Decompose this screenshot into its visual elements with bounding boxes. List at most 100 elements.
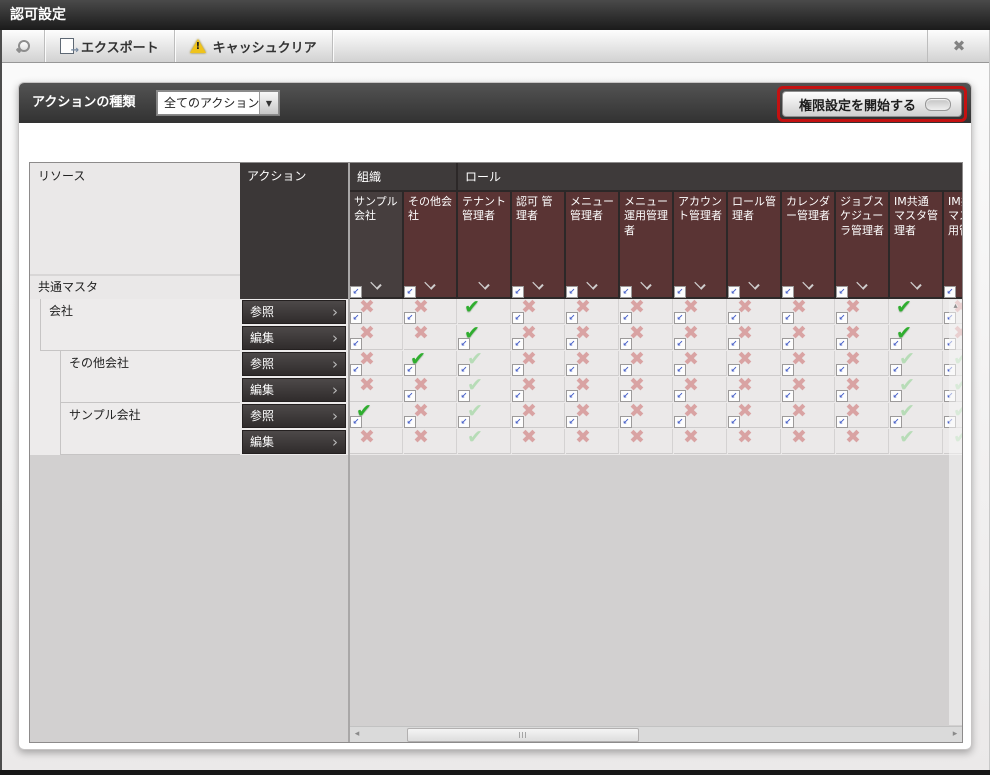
- action-button[interactable]: 参照 ›: [242, 300, 346, 324]
- select-caret-icon[interactable]: ▼: [259, 92, 278, 114]
- action-button-label: 参照: [250, 305, 274, 319]
- resource-rows: 会社その他会社サンプル会社: [30, 299, 240, 455]
- action-button[interactable]: 編集 ›: [242, 430, 346, 454]
- action-button-label: 編集: [250, 331, 274, 345]
- scroll-right-icon[interactable]: ▸: [948, 727, 962, 742]
- chevron-right-icon: ›: [332, 379, 338, 401]
- deny-cross-icon: ✖: [737, 426, 753, 449]
- permission-cell-inherit-deny[interactable]: ↙✖: [512, 429, 565, 454]
- permission-cell-inherit-deny[interactable]: ↙✖: [836, 429, 889, 454]
- column-header[interactable]: メニュー管理者: [566, 192, 618, 297]
- cells-pane-filler: [350, 455, 962, 726]
- authorization-panel: アクションの種類 全てのアクション ▼ 権限設定を開始する リソース 共通マスタ…: [18, 82, 972, 750]
- column-header[interactable]: IM共通マスタ管理者: [890, 192, 942, 297]
- column-header[interactable]: アカウント管理者: [674, 192, 726, 297]
- column-header-label: IM共通マスタ運用管理者: [948, 195, 962, 237]
- resource-label: その他会社: [61, 351, 240, 376]
- column-header[interactable]: 認可 管理者: [512, 192, 564, 297]
- permission-cell-inherit-allow[interactable]: ↙✔: [458, 429, 511, 454]
- search-icon: [15, 39, 30, 54]
- column-header-label: 認可 管理者: [516, 195, 553, 222]
- chevron-right-icon: ›: [332, 353, 338, 375]
- column-header[interactable]: テナント管理者: [458, 192, 510, 297]
- permission-cell-inherit-deny[interactable]: ↙✖: [728, 429, 781, 454]
- chevron-right-icon: ›: [332, 301, 338, 323]
- content-area: アクションの種類 全てのアクション ▼ 権限設定を開始する リソース 共通マスタ…: [0, 63, 990, 770]
- column-header-label: ジョブスケジューラ管理者: [840, 195, 884, 237]
- close-icon: ✖: [953, 37, 966, 55]
- action-button[interactable]: 編集›: [242, 326, 346, 350]
- action-type-select[interactable]: 全てのアクション ▼: [157, 91, 279, 115]
- column-header-area: 組織 ロール サンプル会社その他会社テナント管理者認可 管理者メニュー管理者メニ…: [350, 163, 962, 299]
- resource-cell: サンプル会社: [60, 403, 240, 455]
- column-header[interactable]: その他会社: [404, 192, 456, 297]
- action-button-label: 参照: [250, 357, 274, 371]
- export-arrow-icon: →: [71, 46, 79, 56]
- chevron-down-icon: [370, 281, 382, 289]
- column-header[interactable]: メニュー運用管理者: [620, 192, 672, 297]
- permission-cell-inherit-deny[interactable]: ↙✖: [404, 429, 457, 454]
- permission-cell-allow[interactable]: ✔: [890, 299, 943, 324]
- permission-cell-inherit-deny[interactable]: ↙✖: [566, 429, 619, 454]
- action-button-label: 編集: [250, 383, 274, 397]
- chevron-right-icon: ›: [332, 405, 338, 427]
- deny-cross-icon: ✖: [359, 374, 375, 397]
- chevron-down-icon: [802, 281, 814, 289]
- cache-clear-button[interactable]: ! キャッシュクリア: [175, 30, 333, 62]
- column-header[interactable]: IM共通マスタ運用管理者: [944, 192, 962, 297]
- column-header[interactable]: カレンダー管理者: [782, 192, 834, 297]
- chevron-down-icon: [694, 281, 706, 289]
- close-button[interactable]: ✖: [927, 30, 990, 62]
- chevron-down-icon: [586, 281, 598, 289]
- action-type-select-value: 全てのアクション: [158, 92, 259, 114]
- column-header[interactable]: サンプル会社: [350, 192, 402, 297]
- permission-cell-inherit-deny[interactable]: ↙✖: [350, 429, 403, 454]
- deny-cross-icon: ✖: [413, 322, 429, 345]
- horizontal-scrollbar[interactable]: ◂ ▸: [350, 726, 962, 742]
- action-button[interactable]: 参照 ›: [242, 404, 346, 428]
- start-permission-setting-button[interactable]: 権限設定を開始する: [782, 91, 962, 117]
- scrollbar-grip-icon: [519, 732, 528, 738]
- column-header-label: ロール管理者: [732, 195, 776, 222]
- action-button[interactable]: 参照 ›: [242, 352, 346, 376]
- role-group-header: ロール: [458, 163, 962, 190]
- action-button[interactable]: 編集 ›: [242, 378, 346, 402]
- allow-check-icon: ✔: [464, 296, 480, 319]
- action-button-label: 参照: [250, 409, 274, 423]
- column-header[interactable]: ロール管理者: [728, 192, 780, 297]
- permission-cell-inherit-deny[interactable]: ↙✖: [782, 429, 835, 454]
- column-header[interactable]: ジョブスケジューラ管理者: [836, 192, 888, 297]
- search-button[interactable]: [0, 30, 45, 62]
- action-button-label: 編集: [250, 435, 274, 449]
- permission-cell-inherit-deny[interactable]: ↙✖: [620, 429, 673, 454]
- chevron-right-icon: ›: [332, 431, 338, 453]
- column-header-label: アカウント管理者: [678, 195, 722, 222]
- resource-cell: その他会社: [60, 351, 240, 403]
- chevron-down-icon: [748, 281, 760, 289]
- column-header-label: メニュー運用管理者: [624, 195, 668, 237]
- allow-check-icon: ✔: [896, 296, 912, 319]
- permission-cell-inherit-deny[interactable]: ↙✖: [404, 325, 457, 350]
- scroll-up-icon[interactable]: ▴: [949, 300, 962, 312]
- deny-cross-icon: ✖: [521, 426, 537, 449]
- resource-label: 会社: [41, 299, 240, 324]
- action-type-label: アクションの種類: [32, 83, 135, 123]
- permission-cell-inherit-allow[interactable]: ↙✔: [890, 429, 943, 454]
- column-header-label: メニュー管理者: [570, 195, 614, 222]
- start-permission-setting-label: 権限設定を開始する: [799, 95, 916, 114]
- chevron-down-icon: [640, 281, 652, 289]
- permission-matrix: リソース 共通マスタ アクション 会社その他会社サンプル会社 参照›編集›参照›…: [29, 162, 963, 743]
- permission-cell-allow[interactable]: ✔: [458, 299, 511, 324]
- toggle-switch-icon: [925, 98, 951, 111]
- chevron-down-icon: [424, 281, 436, 289]
- scroll-left-icon[interactable]: ◂: [350, 727, 364, 742]
- permission-cell-inherit-deny[interactable]: ↙✖: [674, 429, 727, 454]
- deny-cross-icon: ✖: [575, 426, 591, 449]
- cache-clear-button-label: キャッシュクリア: [213, 37, 317, 56]
- permission-cell-inherit-deny[interactable]: ↙✖: [350, 377, 403, 402]
- export-button[interactable]: → エクスポート: [45, 30, 175, 62]
- scrollbar-thumb[interactable]: [407, 728, 639, 742]
- vertical-scrollbar[interactable]: ▴: [949, 300, 962, 725]
- window-left-edge: [0, 30, 2, 775]
- root-resource-row[interactable]: 共通マスタ: [30, 274, 240, 299]
